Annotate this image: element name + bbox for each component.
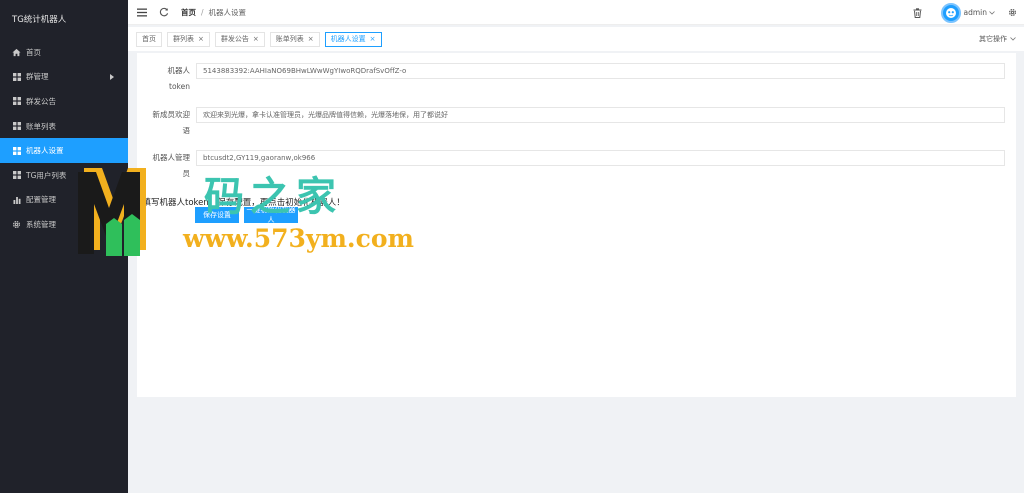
username-label[interactable]: admin [964, 8, 988, 17]
tab-label: 机器人设置 [330, 35, 366, 43]
bot-admins-input[interactable] [196, 150, 1005, 166]
token-label-line2: token [169, 82, 190, 91]
admins-label-line2: 员 [182, 169, 191, 178]
gear-icon [12, 220, 21, 229]
sidebar-item-group-management[interactable]: 群管理 [0, 65, 128, 90]
tab-label: 群列表 [173, 35, 194, 43]
sidebar-item-label: 配置管理 [26, 195, 56, 205]
expand-arrow-icon [110, 73, 114, 80]
welcome-message-input[interactable] [196, 107, 1005, 123]
close-icon[interactable]: × [370, 35, 376, 43]
grid-icon [12, 171, 21, 180]
grid-icon [12, 122, 21, 131]
sidebar-item-bills[interactable]: 账单列表 [0, 114, 128, 139]
grid-icon [12, 72, 21, 81]
sidebar-item-label: 群发公告 [26, 96, 56, 106]
sidebar-menu: 首页 群管理 群发公告 账单列表 机器人设置 TG用户列表 配置管理 系统管理 [0, 40, 128, 237]
top-header: 首页 / 机器人设置 admin [128, 0, 1024, 25]
init-bot-button[interactable]: 一键初始化机器人 [244, 206, 298, 224]
sidebar-item-label: 账单列表 [26, 121, 56, 131]
breadcrumb-current: 机器人设置 [208, 7, 247, 17]
welcome-label-line2: 语 [182, 126, 191, 135]
sidebar-item-label: 首页 [26, 47, 41, 57]
sidebar: TG统计机器人 首页 群管理 群发公告 账单列表 机器人设置 TG用户列表 配置… [0, 0, 128, 493]
header-right: admin [912, 0, 1024, 25]
welcome-label: 新成员欢迎 语 [145, 107, 191, 139]
sidebar-item-config[interactable]: 配置管理 [0, 188, 128, 213]
refresh-icon[interactable] [158, 7, 169, 18]
admins-label-line1: 机器人管理 [152, 153, 191, 162]
token-label-line1: 机器人 [167, 66, 191, 75]
breadcrumb-home[interactable]: 首页 [181, 7, 196, 18]
sidebar-item-label: TG用户列表 [26, 170, 67, 180]
sidebar-item-label: 机器人设置 [26, 146, 64, 156]
sidebar-item-system[interactable]: 系统管理 [0, 212, 128, 237]
tab-label: 账单列表 [275, 35, 304, 43]
admins-label: 机器人管理 员 [145, 150, 191, 182]
brand-title: TG统计机器人 [12, 15, 67, 25]
tab-label: 群发公告 [220, 35, 249, 43]
sidebar-item-label: 群管理 [26, 72, 49, 82]
more-operations-label: 其它操作 [979, 35, 1007, 43]
sidebar-item-broadcast[interactable]: 群发公告 [0, 89, 128, 114]
tab-bills[interactable]: 账单列表 × [269, 31, 320, 47]
tab-group-list[interactable]: 群列表 × [167, 31, 210, 47]
bar-chart-icon [12, 195, 21, 204]
sidebar-item-bot-settings[interactable]: 机器人设置 [0, 138, 128, 163]
close-icon[interactable]: × [308, 35, 314, 43]
chevron-down-icon [1010, 35, 1016, 43]
page-tabs: 首页 群列表 × 群发公告 × 账单列表 × 机器人设置 × 其它操作 [128, 27, 1024, 51]
tab-bot-settings[interactable]: 机器人设置 × [324, 31, 382, 47]
trash-icon[interactable] [912, 7, 923, 18]
token-label: 机器人 token [145, 63, 191, 95]
grid-icon [12, 97, 21, 106]
token-input[interactable] [196, 63, 1005, 79]
sidebar-item-home[interactable]: 首页 [0, 40, 128, 65]
menu-toggle-icon[interactable] [136, 7, 147, 18]
chevron-down-icon[interactable] [989, 8, 995, 17]
more-operations-dropdown[interactable]: 其它操作 [979, 27, 1016, 51]
tab-broadcast[interactable]: 群发公告 × [214, 31, 265, 47]
welcome-label-line1: 新成员欢迎 [152, 110, 191, 119]
save-settings-button[interactable]: 保存设置 [195, 207, 239, 223]
sidebar-item-tg-users[interactable]: TG用户列表 [0, 163, 128, 188]
grid-icon [12, 146, 21, 155]
breadcrumb: 首页 / 机器人设置 [181, 7, 246, 18]
close-icon[interactable]: × [198, 35, 204, 43]
settings-card: 机器人 token 新成员欢迎 语 机器人管理 员 [137, 53, 1016, 397]
avatar[interactable] [940, 2, 961, 23]
settings-gear-icon[interactable] [1007, 7, 1018, 18]
breadcrumb-separator: / [201, 7, 204, 17]
setup-notice: 先填写机器人token，保存配置，再点击初始化机器人！ [134, 198, 345, 208]
sidebar-item-label: 系统管理 [26, 219, 56, 229]
tab-label: 首页 [142, 35, 156, 43]
home-icon [12, 48, 21, 57]
tab-home[interactable]: 首页 [136, 31, 162, 47]
close-icon[interactable]: × [253, 35, 259, 43]
